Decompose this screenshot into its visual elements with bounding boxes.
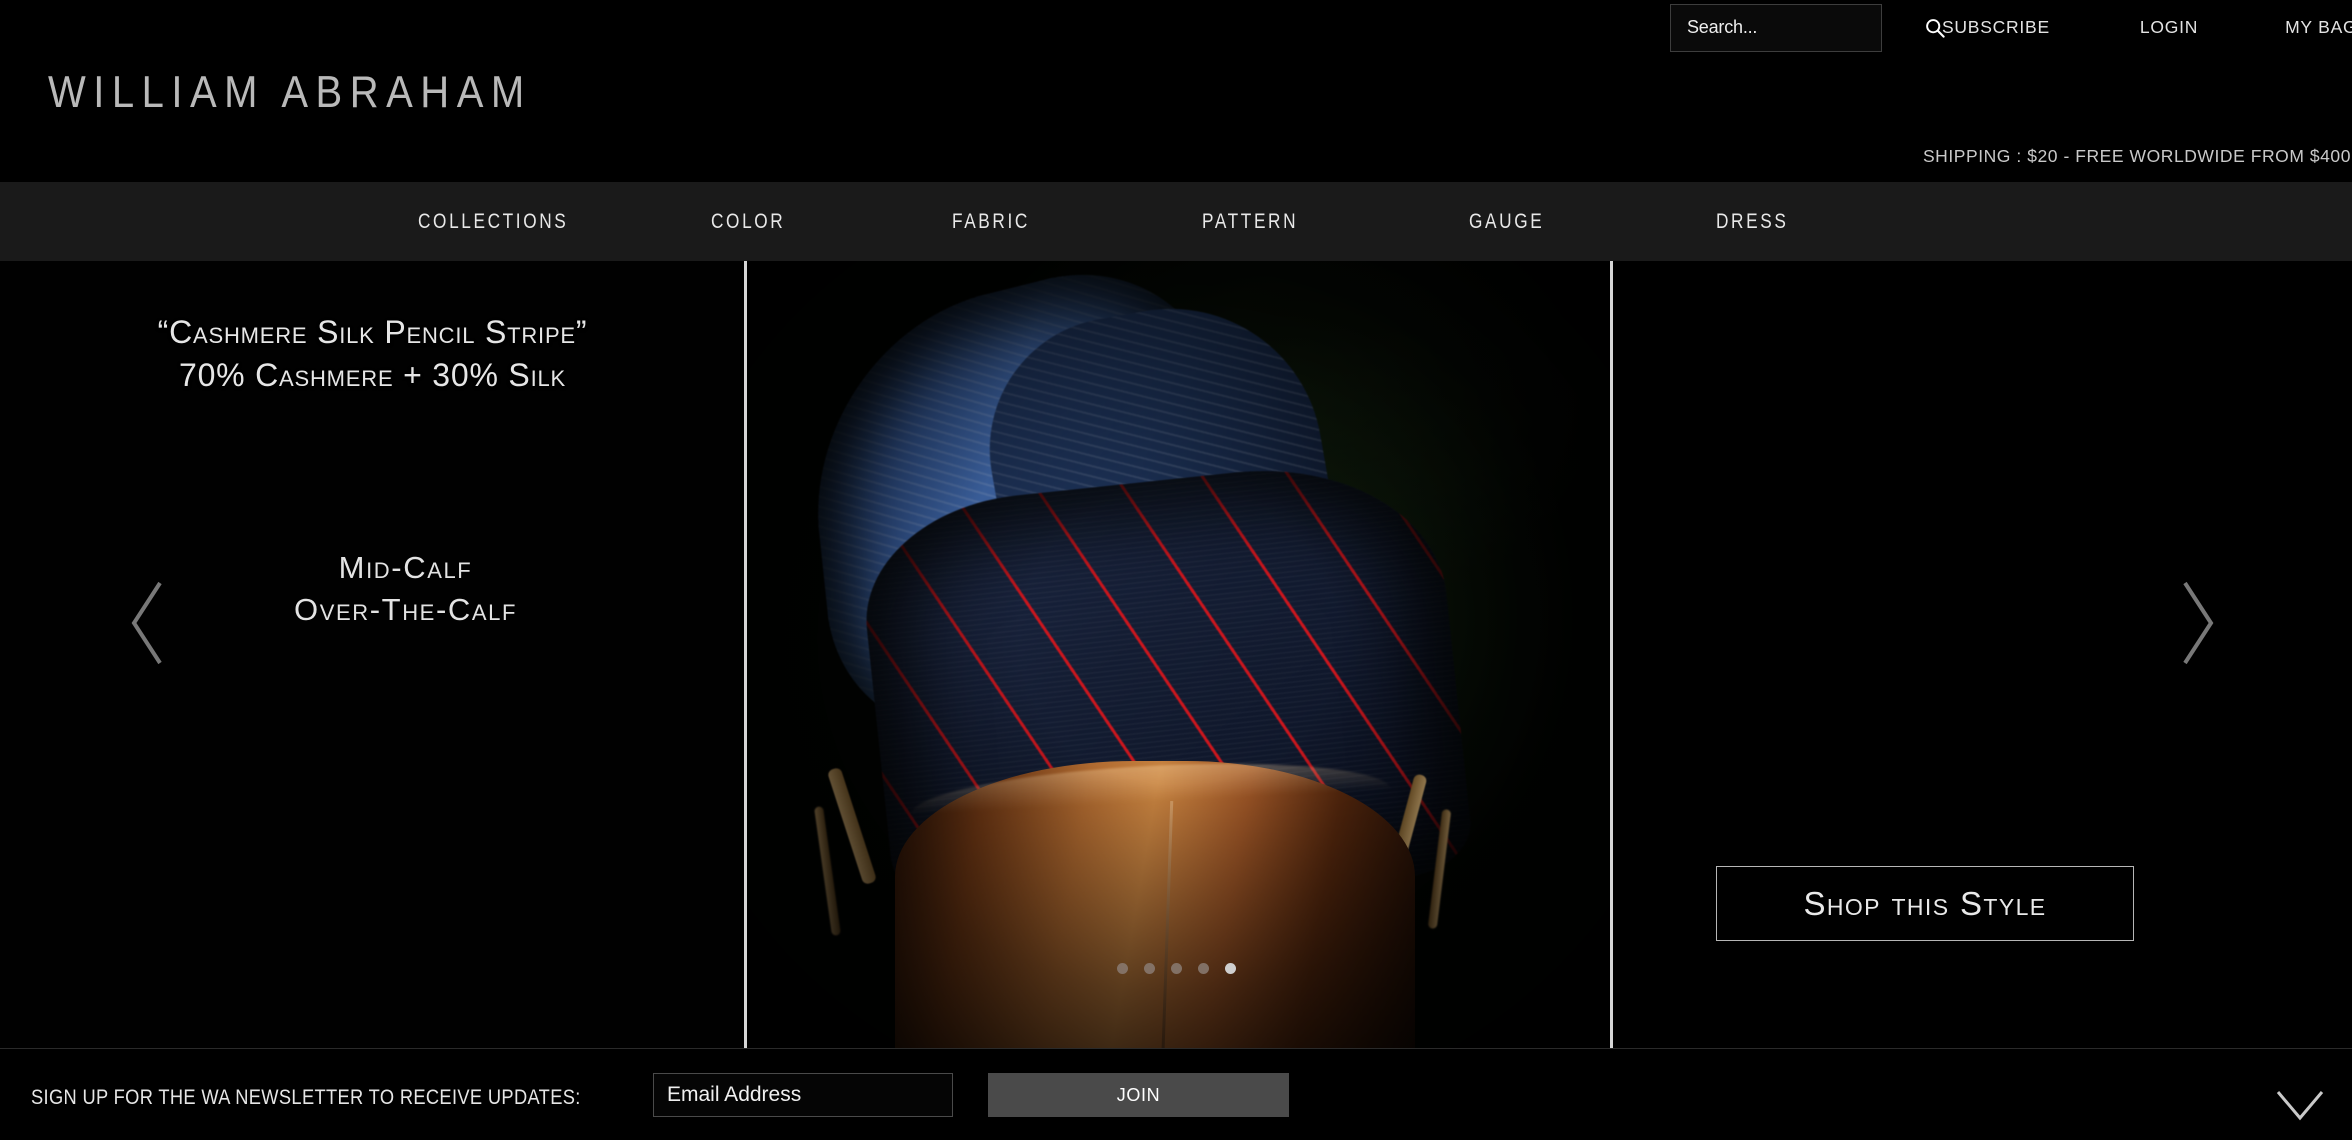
nav-item-pattern[interactable]: PATTERN <box>1202 210 1298 234</box>
nav-item-color[interactable]: COLOR <box>711 210 785 234</box>
hero-product-photo <box>745 261 1612 1048</box>
chevron-left-icon <box>125 575 173 671</box>
footer-expand-button[interactable] <box>2273 1085 2327 1125</box>
carousel-dot-1[interactable] <box>1117 963 1128 974</box>
chevron-right-icon <box>2172 575 2220 671</box>
carousel-prev-button[interactable] <box>125 575 173 671</box>
login-link[interactable]: LOGIN <box>2140 17 2198 38</box>
nav-item-gauge[interactable]: GAUGE <box>1469 210 1544 234</box>
carousel-dot-4[interactable] <box>1198 963 1209 974</box>
search-box[interactable] <box>1670 4 1882 52</box>
carousel-dot-5[interactable] <box>1225 963 1236 974</box>
nav-item-fabric[interactable]: FABRIC <box>952 210 1030 234</box>
search-input[interactable] <box>1687 17 1919 38</box>
email-input[interactable] <box>653 1073 953 1117</box>
hero-length-block: Mid-Calf Over-The-Calf <box>0 547 745 631</box>
chevron-down-icon <box>2273 1112 2327 1129</box>
hero-caption-line-2: 70% Cashmere + 30% Silk <box>0 354 745 397</box>
shipping-notice: SHIPPING : $20 - FREE WORLDWIDE FROM $40… <box>0 146 2352 167</box>
carousel-dots <box>0 963 2352 974</box>
nav-item-collections[interactable]: COLLECTIONS <box>418 210 568 234</box>
my-bag-link[interactable]: MY BAG ( 0 ) <box>2285 17 2352 38</box>
carousel-dot-3[interactable] <box>1171 963 1182 974</box>
shop-this-style-button[interactable]: Shop this Style <box>1716 866 2134 941</box>
main-navigation: COLLECTIONS COLOR FABRIC PATTERN GAUGE D… <box>0 182 2352 261</box>
nav-item-dress[interactable]: DRESS <box>1716 210 1788 234</box>
carousel-dot-2[interactable] <box>1144 963 1155 974</box>
top-utility-bar: SUBSCRIBE LOGIN MY BAG ( 0 ) WILLIAM ABR… <box>0 0 2352 175</box>
brand-logo[interactable]: WILLIAM ABRAHAM <box>48 70 532 115</box>
newsletter-label: SIGN UP FOR THE WA NEWSLETTER TO RECEIVE… <box>31 1086 581 1110</box>
hero-caption-block: “Cashmere Silk Pencil Stripe” 70% Cashme… <box>0 311 745 396</box>
utility-cluster: SUBSCRIBE LOGIN MY BAG ( 0 ) <box>1670 0 2352 55</box>
join-button[interactable]: JOIN <box>988 1073 1289 1117</box>
subscribe-link[interactable]: SUBSCRIBE <box>1942 17 2050 38</box>
carousel-next-button[interactable] <box>2172 575 2220 671</box>
page-root: SUBSCRIBE LOGIN MY BAG ( 0 ) WILLIAM ABR… <box>0 0 2352 1140</box>
utility-links: SUBSCRIBE LOGIN MY BAG ( 0 ) <box>1924 0 2352 55</box>
hero-caption-line-1: “Cashmere Silk Pencil Stripe” <box>0 311 745 354</box>
hero-divider-right <box>1610 261 1613 1048</box>
search-icon[interactable] <box>1925 18 1945 38</box>
